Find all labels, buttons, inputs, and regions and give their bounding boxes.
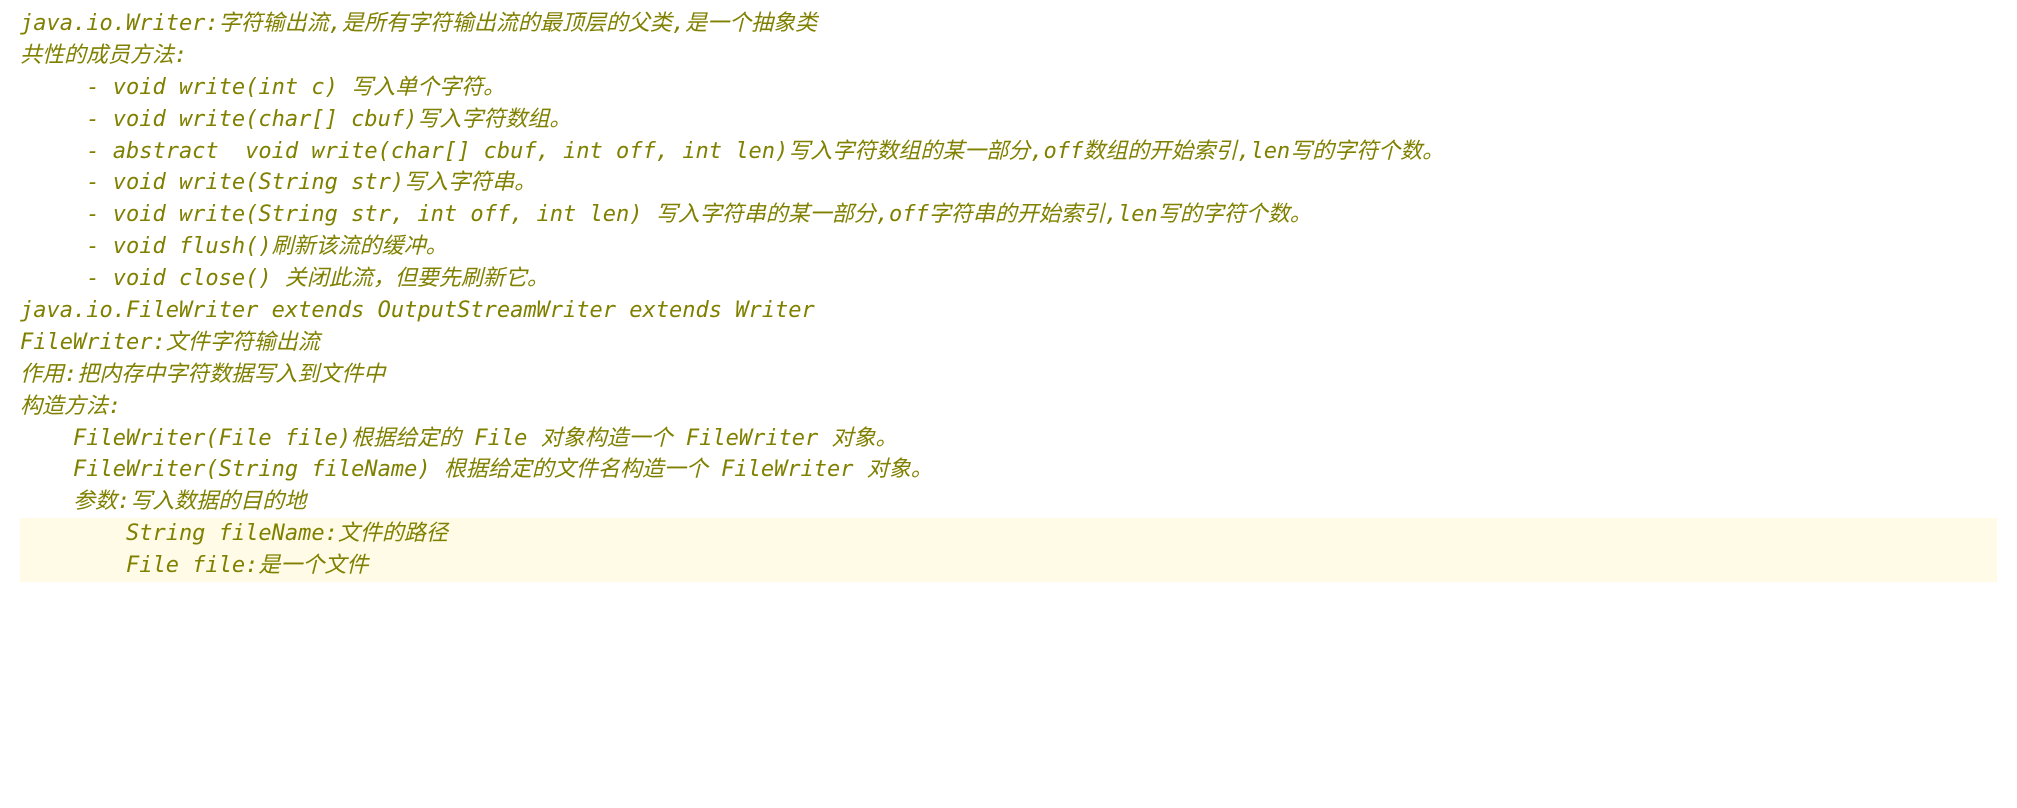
comment-line: 共性的成员方法: bbox=[20, 40, 1997, 72]
comment-line: - void close() 关闭此流，但要先刷新它。 bbox=[20, 263, 1997, 295]
comment-line: FileWriter(File file)根据给定的 File 对象构造一个 F… bbox=[20, 423, 1997, 455]
comment-line: - void write(String str, int off, int le… bbox=[20, 199, 1997, 231]
comment-line: java.io.Writer:字符输出流,是所有字符输出流的最顶层的父类,是一个… bbox=[20, 8, 1997, 40]
comment-line: 作用:把内存中字符数据写入到文件中 bbox=[20, 359, 1997, 391]
comment-line: 构造方法: bbox=[20, 391, 1997, 423]
comment-line: 参数:写入数据的目的地 bbox=[20, 486, 1997, 518]
comment-line: FileWriter(String fileName) 根据给定的文件名构造一个… bbox=[20, 454, 1997, 486]
comment-line: - void write(int c) 写入单个字符。 bbox=[20, 72, 1997, 104]
comment-line: - void write(char[] cbuf)写入字符数组。 bbox=[20, 104, 1997, 136]
comment-line: String fileName:文件的路径 bbox=[20, 518, 1997, 550]
comment-line: FileWriter:文件字符输出流 bbox=[20, 327, 1997, 359]
comment-line: - abstract void write(char[] cbuf, int o… bbox=[20, 136, 1997, 168]
comment-line-cursor: File file:是一个文件 bbox=[20, 550, 1997, 582]
comment-line: - void write(String str)写入字符串。 bbox=[20, 167, 1997, 199]
comment-line: - void flush()刷新该流的缓冲。 bbox=[20, 231, 1997, 263]
comment-line: java.io.FileWriter extends OutputStreamW… bbox=[20, 295, 1997, 327]
